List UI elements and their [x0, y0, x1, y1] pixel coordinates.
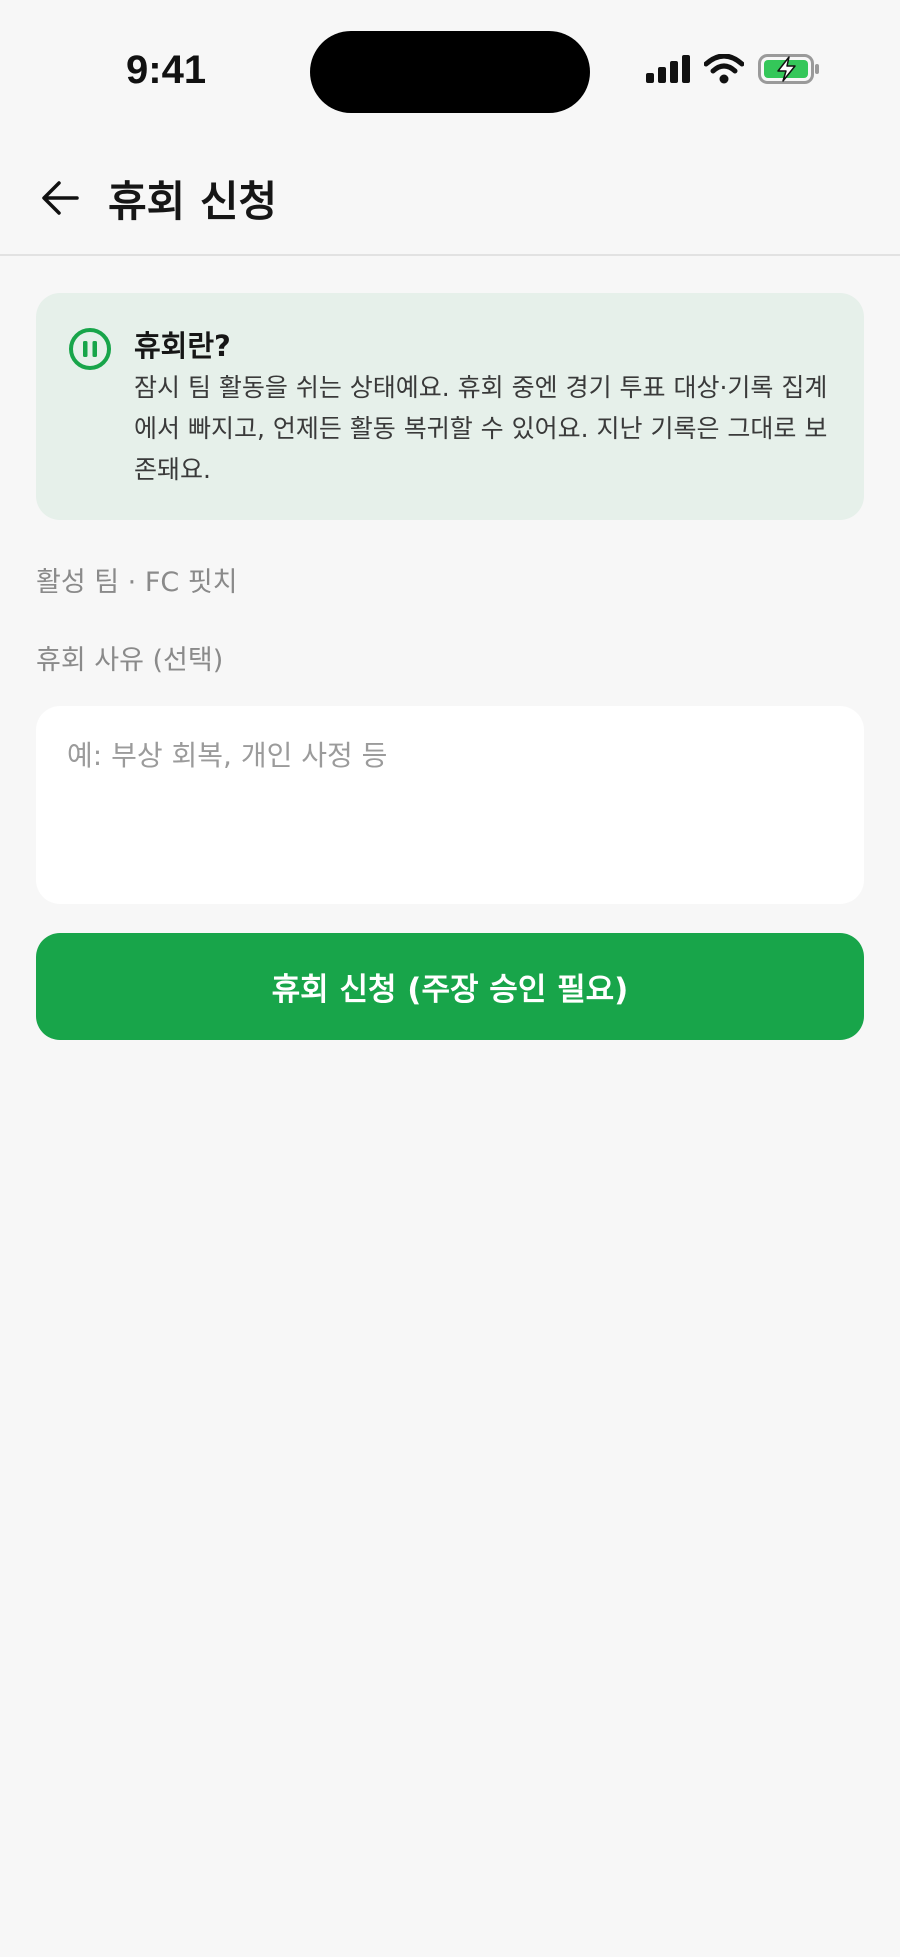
back-button[interactable]: [34, 172, 86, 224]
submit-leave-button[interactable]: 휴회 신청 (주장 승인 필요): [36, 933, 864, 1040]
leave-request-screen: 9:41 휴회 신청 휴회란? 잠시 팀 활동을 쉬는 상태예요. 휴회 중엔 …: [0, 0, 900, 1957]
info-body: 잠시 팀 활동을 쉬는 상태예요. 휴회 중엔 경기 투표 대상·기록 집계에서…: [134, 373, 828, 484]
status-bar: 9:41: [0, 0, 900, 140]
dynamic-island: [310, 31, 590, 113]
battery-charging-icon: [758, 54, 819, 84]
wifi-icon: [704, 54, 744, 84]
status-time: 9:41: [126, 48, 207, 92]
page-title: 휴회 신청: [108, 177, 278, 226]
pause-circle-icon: [69, 328, 111, 370]
reason-input[interactable]: [36, 706, 864, 904]
cellular-signal-icon: [646, 55, 690, 83]
status-icons: [646, 54, 820, 84]
active-team-label: 활성 팀 · FC 핏치: [36, 567, 238, 598]
arrow-left-icon: [42, 181, 79, 215]
info-title: 휴회란?: [134, 329, 231, 363]
app-header: 휴회 신청: [0, 140, 900, 256]
info-card: 휴회란? 잠시 팀 활동을 쉬는 상태예요. 휴회 중엔 경기 투표 대상·기록…: [36, 293, 864, 520]
reason-label: 휴회 사유 (선택): [36, 645, 224, 676]
